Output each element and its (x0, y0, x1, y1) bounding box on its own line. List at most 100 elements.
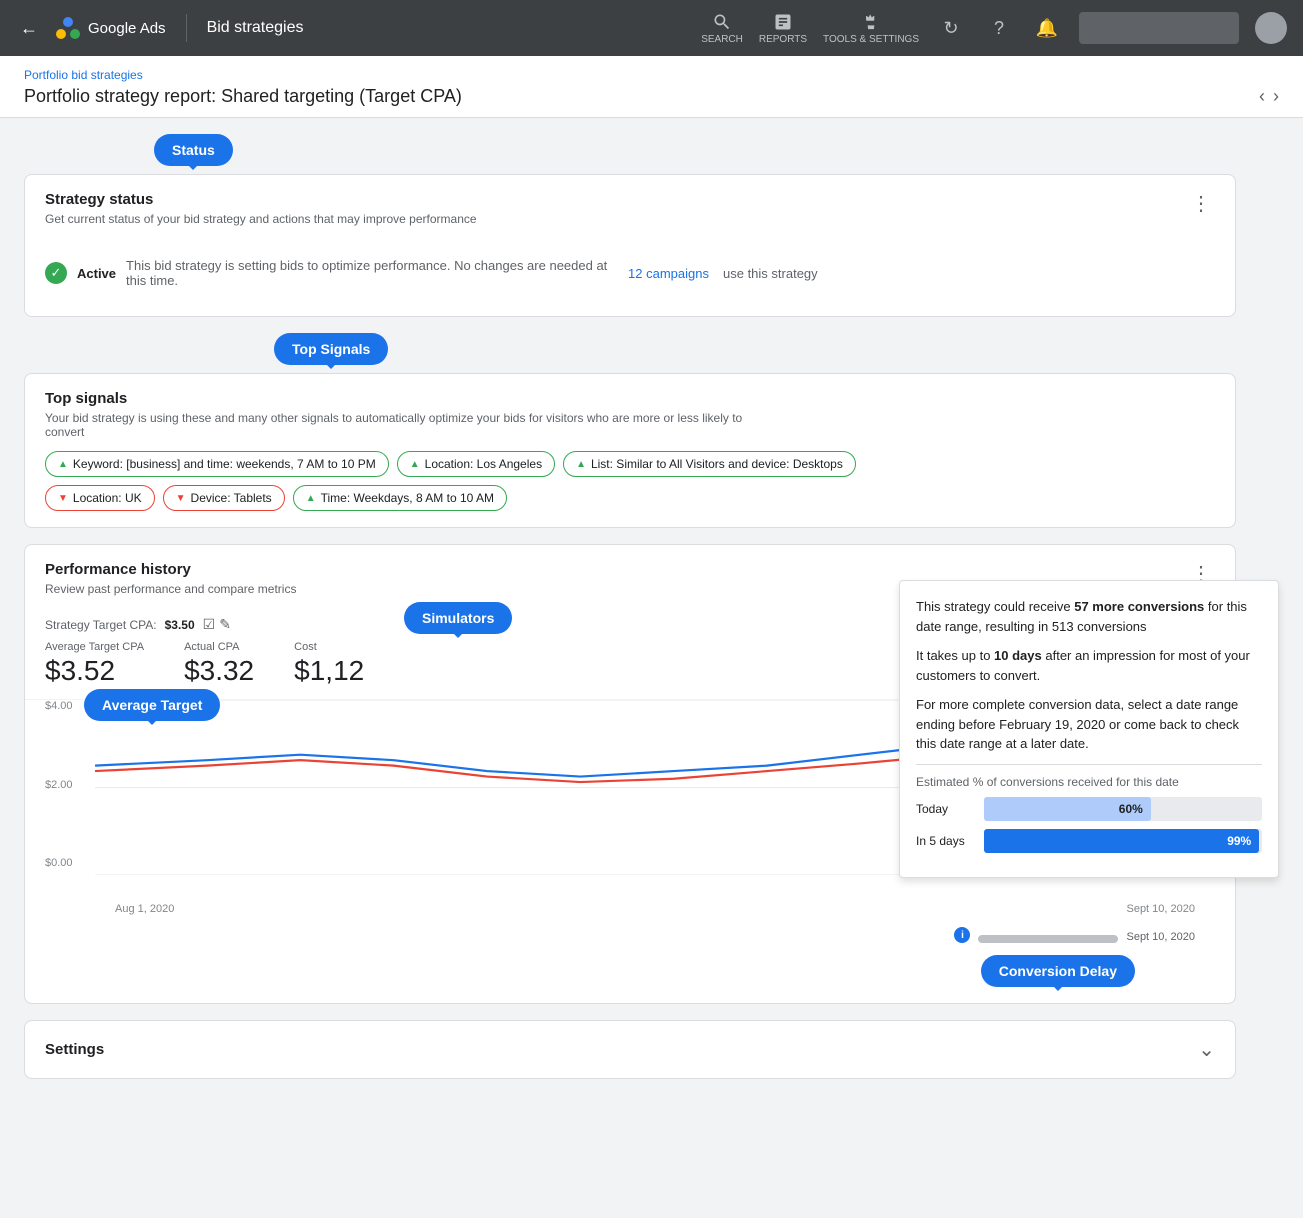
edit-icon[interactable]: ✎ (219, 616, 231, 633)
breadcrumb[interactable]: Portfolio bid strategies (24, 68, 1279, 82)
help-button[interactable]: ? (983, 12, 1015, 44)
avg-cpa-metric: Average Target CPA $3.52 (45, 641, 144, 687)
perf-target-value: $3.50 (165, 618, 195, 632)
reports-nav-button[interactable]: REPORTS (759, 12, 807, 45)
top-signals-annotation-container: Top Signals (274, 333, 388, 365)
chart-x-axis: Aug 1, 2020 Sept 10, 2020 (45, 899, 1215, 919)
conv-delay-bubble-container: Conversion Delay (45, 955, 1215, 1003)
tools-nav-button[interactable]: TOOLS & SETTINGS (823, 12, 919, 45)
signal-chip-keyword: ▲ Keyword: [business] and time: weekends… (45, 451, 389, 477)
sim-5days-bar: 99% (984, 829, 1259, 853)
arrow-down-icon: ▼ (58, 493, 68, 504)
top-navigation: ← Google Ads Bid strategies SEARCH REPOR… (0, 0, 1303, 56)
signal-chip-time-weekdays: ▲ Time: Weekdays, 8 AM to 10 AM (293, 485, 507, 511)
settings-card: Settings ⌄ (24, 1020, 1236, 1079)
chart-y-axis: $4.00 $2.00 $0.00 (45, 700, 73, 869)
signal-chip-list: ▲ List: Similar to All Visitors and devi… (563, 451, 856, 477)
account-search-bar[interactable] (1079, 12, 1239, 44)
signal-chip-location-uk: ▼ Location: UK (45, 485, 155, 511)
conv-delay-date: Sept 10, 2020 (1126, 931, 1195, 943)
status-check-icon: ✓ (45, 262, 67, 284)
signal-chip-uk-label: Location: UK (73, 491, 142, 505)
signal-chip-keyword-label: Keyword: [business] and time: weekends, … (73, 457, 376, 471)
x-label-end: Sept 10, 2020 (1126, 903, 1195, 915)
refresh-button[interactable]: ↻ (935, 12, 967, 44)
notifications-button[interactable]: 🔔 (1031, 12, 1063, 44)
checkbox-icon[interactable]: ☑ (203, 616, 216, 633)
page-nav-arrows: ‹ › (1259, 86, 1279, 107)
status-annotation-bubble: Status (154, 134, 233, 166)
sim-days-prefix: It takes up to (916, 648, 994, 663)
campaigns-link[interactable]: 12 campaigns (628, 266, 709, 281)
avg-cpa-label: Average Target CPA (45, 641, 144, 653)
actual-cpa-value: $3.32 (184, 655, 254, 687)
prev-page-button[interactable]: ‹ (1259, 86, 1265, 107)
sim-more-conversions: 57 more conversions (1074, 599, 1204, 614)
sim-today-track: 60% (984, 797, 1262, 821)
page-title-row: Portfolio strategy report: Shared target… (24, 86, 1279, 117)
next-page-button[interactable]: › (1273, 86, 1279, 107)
settings-header[interactable]: Settings ⌄ (25, 1021, 1235, 1078)
arrow-up-icon-2: ▲ (410, 459, 420, 470)
y-label-0: $0.00 (45, 857, 73, 869)
positive-signals-row: ▲ Keyword: [business] and time: weekends… (25, 447, 1235, 485)
logo-text: Google Ads (88, 20, 166, 37)
cost-metric: Cost $1,12 (294, 641, 364, 687)
sim-5days-row: In 5 days 99% (916, 829, 1262, 853)
search-nav-button[interactable]: SEARCH (701, 12, 743, 45)
top-signals-subtitle: Your bid strategy is using these and man… (45, 411, 745, 439)
status-annotation-container: Status (24, 134, 233, 166)
tools-nav-label: TOOLS & SETTINGS (823, 34, 919, 45)
status-section: ✓ Active This bid strategy is setting bi… (25, 234, 1235, 316)
status-description: This bid strategy is setting bids to opt… (126, 258, 618, 288)
conv-delay-area: i Sept 10, 2020 (45, 919, 1215, 955)
performance-subtitle: Review past performance and compare metr… (45, 582, 296, 596)
top-signals-card: Top signals Your bid strategy is using t… (24, 373, 1236, 528)
page-title: Portfolio strategy report: Shared target… (24, 86, 462, 107)
top-signals-section: Top Signals Top signals Your bid strateg… (24, 333, 1236, 528)
performance-header-text: Performance history Review past performa… (45, 561, 296, 596)
avg-target-annotation-container: Average Target (84, 689, 220, 721)
top-signals-card-header: Top signals Your bid strategy is using t… (25, 374, 1235, 447)
avg-cpa-value: $3.52 (45, 655, 144, 687)
reports-nav-label: REPORTS (759, 34, 807, 45)
conv-delay-bar (978, 935, 1118, 943)
cost-value: $1,12 (294, 655, 364, 687)
sim-5days-pct: 99% (1227, 834, 1251, 848)
negative-signals-row: ▼ Location: UK ▼ Device: Tablets ▲ Time:… (25, 485, 1235, 527)
y-label-2: $2.00 (45, 779, 73, 791)
top-signals-header-text: Top signals Your bid strategy is using t… (45, 390, 745, 439)
actual-cpa-label: Actual CPA (184, 641, 254, 653)
sim-days-bold: 10 days (994, 648, 1042, 663)
conversion-delay-annotation-bubble: Conversion Delay (981, 955, 1135, 987)
strategy-status-subtitle: Get current status of your bid strategy … (45, 212, 477, 226)
signal-chip-weekdays-label: Time: Weekdays, 8 AM to 10 AM (321, 491, 494, 505)
sim-divider (916, 764, 1262, 765)
top-signals-annotation-bubble: Top Signals (274, 333, 388, 365)
simulators-annotation-container: Simulators (404, 602, 512, 634)
x-label-start: Aug 1, 2020 (115, 903, 174, 915)
arrow-up-icon-4: ▲ (306, 493, 316, 504)
y-label-4: $4.00 (45, 700, 73, 712)
user-avatar[interactable] (1255, 12, 1287, 44)
signal-chip-la-label: Location: Los Angeles (425, 457, 542, 471)
sim-text-3: For more complete conversion data, selec… (916, 695, 1262, 754)
search-nav-label: SEARCH (701, 34, 743, 45)
sim-5days-label: In 5 days (916, 834, 976, 848)
logo-icon (54, 14, 82, 42)
sim-prefix: This strategy could receive (916, 599, 1074, 614)
strategy-status-header-text: Strategy status Get current status of yo… (45, 191, 477, 226)
page-header: Portfolio bid strategies Portfolio strat… (0, 56, 1303, 118)
back-button[interactable]: ← (16, 14, 42, 43)
strategy-status-card: Strategy status Get current status of yo… (24, 174, 1236, 317)
status-active-row: ✓ Active This bid strategy is setting bi… (45, 246, 1215, 300)
sim-today-pct: 60% (1119, 802, 1143, 816)
sim-est-label: Estimated % of conversions received for … (916, 775, 1262, 789)
avg-target-annotation-bubble: Average Target (84, 689, 220, 721)
top-signals-title: Top signals (45, 390, 745, 407)
performance-title: Performance history (45, 561, 296, 578)
chevron-down-icon: ⌄ (1198, 1037, 1215, 1062)
cost-label: Cost (294, 641, 364, 653)
strategy-status-menu-button[interactable]: ⋮ (1187, 191, 1215, 216)
info-icon: i (954, 927, 970, 943)
